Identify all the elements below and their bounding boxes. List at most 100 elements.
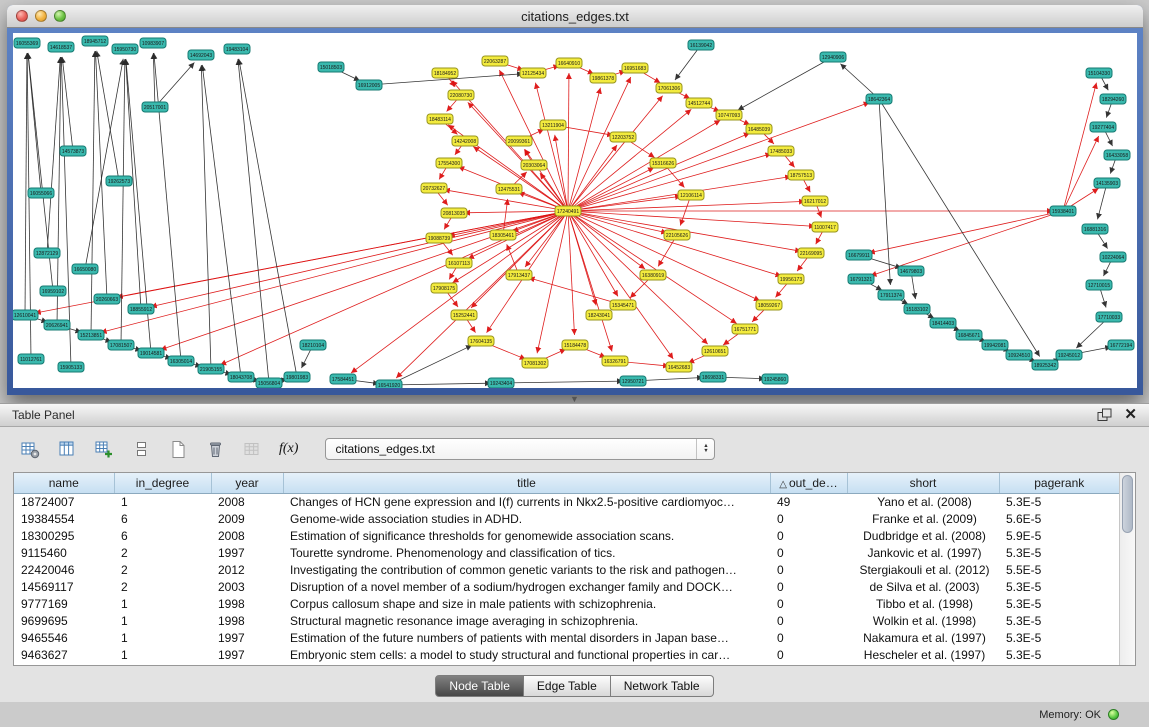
graph-node[interactable]: 16951683: [622, 63, 648, 73]
graph-node[interactable]: 16541920: [376, 380, 402, 388]
graph-node[interactable]: 22105626: [664, 230, 690, 240]
graph-node[interactable]: 20517001: [142, 102, 168, 112]
zoom-button[interactable]: [54, 10, 66, 22]
graph-node[interactable]: 15018503: [318, 62, 344, 72]
graph-node[interactable]: 16107113: [446, 258, 472, 268]
graph-node[interactable]: 16217012: [802, 196, 828, 206]
graph-node[interactable]: 11012761: [18, 354, 44, 364]
graph-node[interactable]: 14618537: [48, 42, 74, 52]
graph-node[interactable]: 16452683: [666, 362, 692, 372]
graph-node[interactable]: 19277404: [1090, 122, 1116, 132]
graph-node[interactable]: 19942081: [982, 340, 1008, 350]
table-row[interactable]: 2242004622012Investigating the contribut…: [14, 562, 1119, 579]
graph-node[interactable]: 16772194: [1108, 340, 1134, 350]
float-panel-icon[interactable]: [1097, 408, 1112, 422]
graph-node[interactable]: 15905133: [58, 362, 84, 372]
graph-node[interactable]: 18294260: [1100, 94, 1126, 104]
graph-node[interactable]: 18925342: [1032, 360, 1058, 370]
graph-node[interactable]: 15183102: [904, 304, 930, 314]
graph-node[interactable]: 16433058: [1104, 150, 1130, 160]
graph-node[interactable]: 16679911: [846, 250, 872, 260]
graph-node[interactable]: 19801983: [284, 372, 310, 382]
graph-node[interactable]: 11007417: [812, 222, 838, 232]
graph-node[interactable]: 14242008: [452, 136, 478, 146]
columns-icon[interactable]: [53, 436, 81, 462]
graph-node[interactable]: 12203752: [610, 132, 636, 142]
table-row[interactable]: 1872400712008Changes of HCN gene express…: [14, 493, 1119, 511]
graph-node[interactable]: 19262573: [106, 176, 132, 186]
graph-node[interactable]: 18184952: [432, 68, 458, 78]
graph-node[interactable]: 14135903: [1094, 178, 1120, 188]
graph-node[interactable]: 19014581: [138, 348, 164, 358]
table-row[interactable]: 1456911722003Disruption of a novel membe…: [14, 579, 1119, 596]
graph-node[interactable]: 17240491: [555, 206, 581, 216]
graph-node[interactable]: 21905155: [198, 364, 224, 374]
graph-node[interactable]: 16305014: [168, 356, 194, 366]
graph-node[interactable]: 17911374: [878, 290, 904, 300]
graph-node[interactable]: 17061306: [656, 83, 682, 93]
graph-node[interactable]: 20626941: [44, 320, 70, 330]
graph-node[interactable]: 15184478: [562, 340, 588, 350]
import-table-icon[interactable]: [90, 436, 118, 462]
column-header-in_degree[interactable]: in_degree: [114, 473, 211, 493]
graph-node[interactable]: 19245012: [1056, 350, 1082, 360]
table-row[interactable]: 946554611997Estimation of the future num…: [14, 630, 1119, 647]
graph-node[interactable]: 15252441: [451, 310, 477, 320]
graph-node[interactable]: 18757513: [788, 170, 814, 180]
graph-node[interactable]: 19245860: [762, 374, 788, 384]
graph-node[interactable]: 18483114: [427, 114, 453, 124]
graph-node[interactable]: 16751771: [732, 324, 758, 334]
graph-node[interactable]: 19483104: [224, 44, 250, 54]
graph-node[interactable]: 18945712: [82, 36, 108, 46]
graph-node[interactable]: 12940906: [820, 52, 846, 62]
graph-node[interactable]: 18698331: [700, 372, 726, 382]
graph-node[interactable]: 16380919: [640, 270, 666, 280]
tab-edge-table[interactable]: Edge Table: [524, 675, 611, 697]
graph-node[interactable]: 20732627: [421, 183, 447, 193]
graph-node[interactable]: 14679803: [898, 266, 924, 276]
graph-node[interactable]: 14512744: [686, 98, 712, 108]
close-button[interactable]: [16, 10, 28, 22]
splitter-handle[interactable]: ▼: [0, 395, 1149, 403]
graph-node[interactable]: 12610651: [702, 346, 728, 356]
graph-node[interactable]: 22080730: [448, 90, 474, 100]
graph-node[interactable]: 14573873: [60, 146, 86, 156]
graph-node[interactable]: 17081302: [522, 358, 548, 368]
graph-node[interactable]: 10224064: [1100, 252, 1126, 262]
graph-node[interactable]: 12710015: [1086, 280, 1112, 290]
table-row[interactable]: 977716911998Corpus callosum shape and si…: [14, 596, 1119, 613]
graph-node[interactable]: 12125434: [520, 68, 546, 78]
close-panel-icon[interactable]: ✕: [1124, 408, 1137, 422]
graph-node[interactable]: 18059267: [756, 300, 782, 310]
graph-node[interactable]: 19861378: [590, 73, 616, 83]
graph-node[interactable]: 18043708: [228, 372, 254, 382]
graph-node[interactable]: 18642364: [866, 94, 892, 104]
graph-node[interactable]: 15345471: [610, 300, 636, 310]
delete-table-icon[interactable]: [201, 436, 229, 462]
graph-node[interactable]: 10983907: [140, 38, 166, 48]
graph-node[interactable]: 15213851: [78, 330, 104, 340]
column-header-out_degree[interactable]: △out_de…: [770, 473, 847, 493]
window-titlebar[interactable]: citations_edges.txt: [7, 5, 1143, 28]
graph-node[interactable]: 12106114: [678, 190, 704, 200]
scrollbar-thumb[interactable]: [1122, 475, 1133, 533]
graph-node[interactable]: 13211904: [540, 120, 566, 130]
graph-node[interactable]: 18243041: [586, 310, 612, 320]
graph-node[interactable]: 16055066: [28, 188, 54, 198]
graph-node[interactable]: 20099361: [506, 136, 532, 146]
tab-network-table[interactable]: Network Table: [611, 675, 714, 697]
graph-node[interactable]: 17554300: [436, 158, 462, 168]
graph-node[interactable]: 17710033: [1096, 312, 1122, 322]
graph-node[interactable]: 16055369: [14, 38, 40, 48]
column-header-short[interactable]: short: [847, 473, 999, 493]
graph-node[interactable]: 18305461: [490, 230, 516, 240]
table-row[interactable]: 1938455462009Genome-wide association stu…: [14, 511, 1119, 528]
graph-node[interactable]: 12872129: [34, 248, 60, 258]
column-header-title[interactable]: title: [283, 473, 770, 493]
table-row[interactable]: 1830029562008Estimation of significance …: [14, 528, 1119, 545]
graph-node[interactable]: 17913437: [506, 270, 532, 280]
graph-node[interactable]: 16139042: [688, 40, 714, 50]
graph-node[interactable]: 16959102: [40, 286, 66, 296]
minimize-button[interactable]: [35, 10, 47, 22]
graph-node[interactable]: 17908175: [431, 283, 457, 293]
